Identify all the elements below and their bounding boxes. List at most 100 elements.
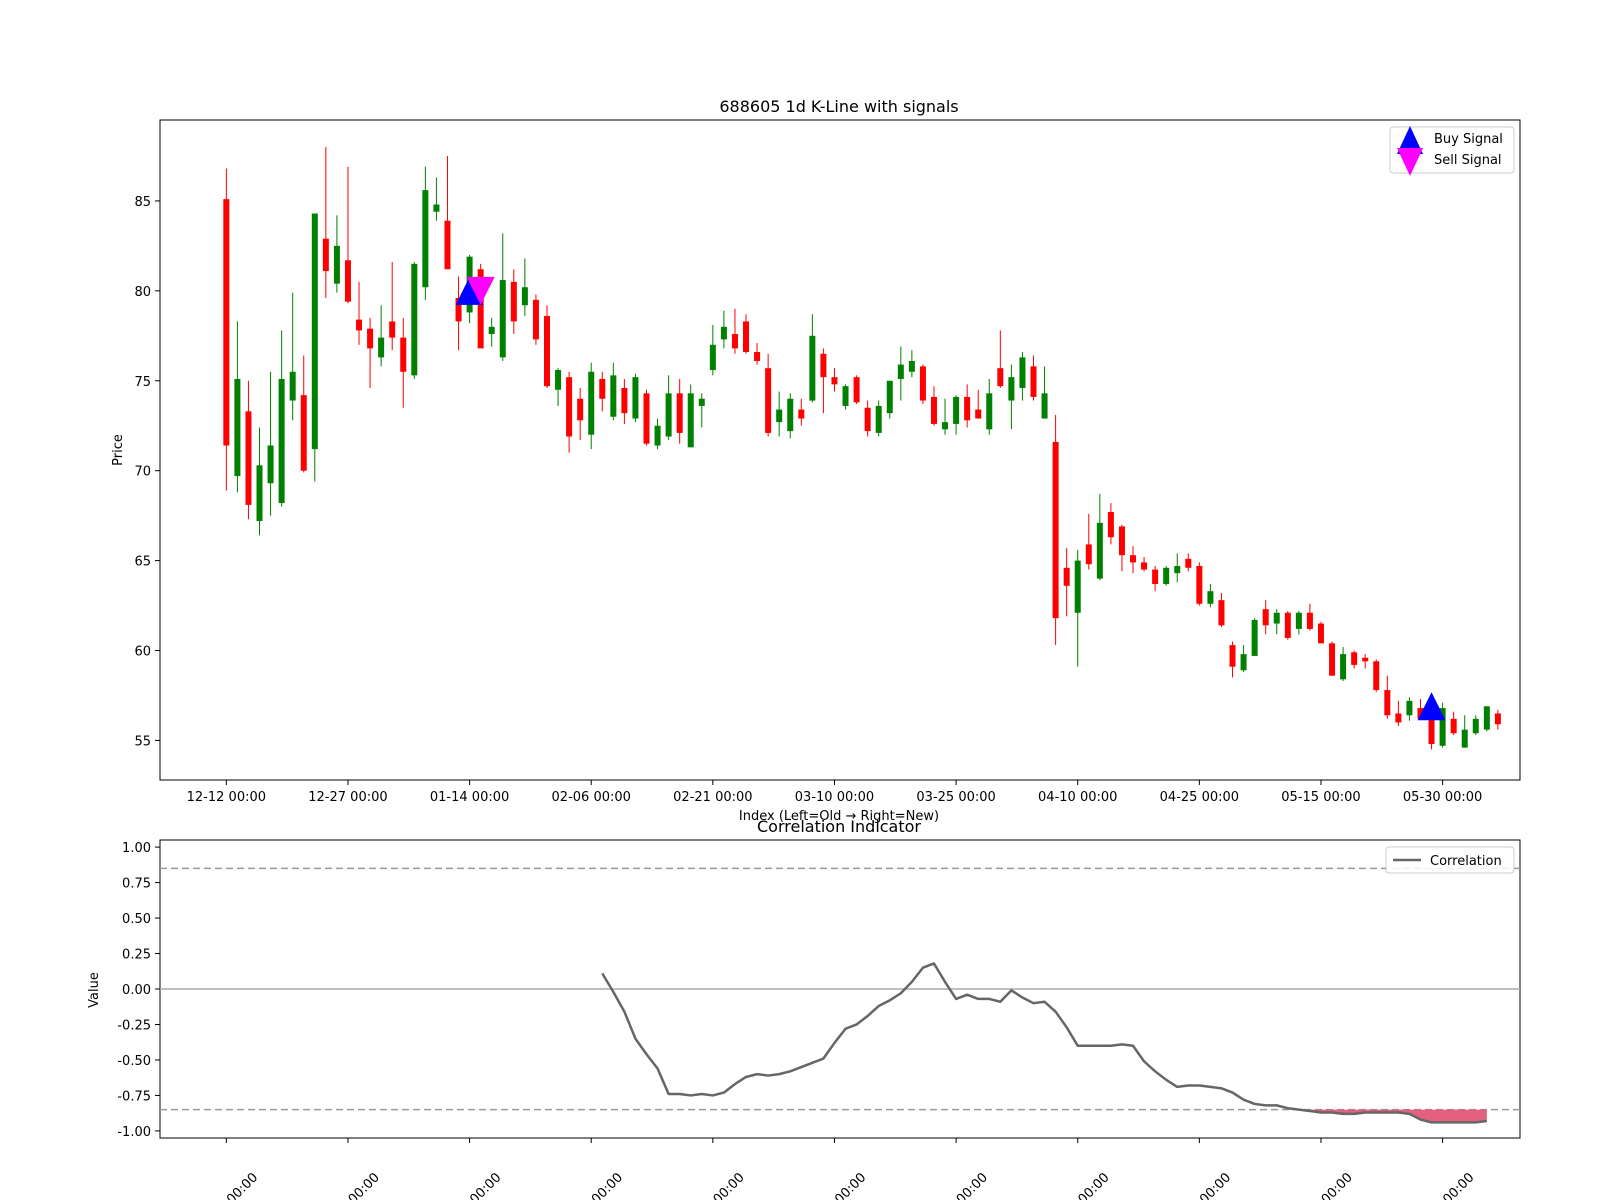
correlation-panel: Correlation Indicator 1.00 0.75 0.50 0.25 0.… xyxy=(87,817,1521,1200)
candle-body xyxy=(1373,661,1380,691)
candle xyxy=(223,168,230,491)
candle xyxy=(1096,494,1103,581)
candle xyxy=(555,368,562,406)
candle-body xyxy=(1251,619,1258,656)
candle-body xyxy=(698,398,705,406)
candle xyxy=(1351,650,1358,669)
candle xyxy=(1152,565,1159,592)
kline-y-tick-label: 65 xyxy=(134,555,151,570)
candle-body xyxy=(1174,565,1181,574)
correlation-y-tick-label: 0.00 xyxy=(122,983,151,998)
candle-body xyxy=(599,378,606,399)
candle-body xyxy=(1096,522,1103,579)
kline-candles xyxy=(223,146,1501,750)
candle xyxy=(1395,700,1402,727)
candle xyxy=(1118,524,1125,572)
candle-body xyxy=(289,371,296,401)
correlation-y-tick-label: 1.00 xyxy=(122,841,151,856)
candle xyxy=(1063,548,1070,617)
candle-body xyxy=(1030,366,1037,397)
candle-body xyxy=(322,238,329,272)
candle xyxy=(1439,702,1446,748)
correlation-y-tick-label: -1.00 xyxy=(117,1125,151,1140)
candle xyxy=(400,317,407,408)
candle xyxy=(1251,618,1258,656)
kline-y-tick-label: 85 xyxy=(134,195,151,210)
candle-body xyxy=(1118,526,1125,556)
correlation-x-tick-label: 05-15 00:00 xyxy=(1289,1170,1356,1200)
candle-body xyxy=(986,393,993,430)
candle xyxy=(1450,711,1457,736)
candle xyxy=(1218,592,1225,628)
candle-body xyxy=(1141,562,1148,570)
candle xyxy=(566,371,573,453)
candle-body xyxy=(842,386,849,406)
correlation-y-tick-label: 0.75 xyxy=(122,877,151,892)
candle-body xyxy=(908,360,915,372)
kline-y-tick-label: 60 xyxy=(134,645,151,660)
correlation-x-tick-label: 04-25 00:00 xyxy=(1167,1170,1234,1200)
candle xyxy=(820,348,827,414)
candle-body xyxy=(665,393,672,437)
candle xyxy=(356,281,363,345)
candle xyxy=(333,215,340,293)
candle xyxy=(311,213,318,482)
candle xyxy=(1373,659,1380,692)
candle xyxy=(1041,366,1048,419)
correlation-x-axis: 12-12 00:00 12-27 00:00 01-14 00:00 02-06 0… xyxy=(194,1138,1477,1200)
candle-body xyxy=(1262,609,1269,626)
candle-body xyxy=(1008,377,1015,401)
candle-body xyxy=(356,319,363,331)
candle-body xyxy=(621,387,628,414)
candle xyxy=(1472,715,1479,736)
candle-body xyxy=(864,407,871,432)
correlation-line xyxy=(601,962,1487,1124)
candle-body xyxy=(787,398,794,432)
candle xyxy=(875,400,882,437)
candle xyxy=(378,305,385,367)
candle xyxy=(676,378,683,444)
candle xyxy=(765,353,772,437)
candle xyxy=(997,330,1004,388)
candle xyxy=(1207,583,1214,608)
candle xyxy=(455,276,462,351)
candle xyxy=(632,373,639,423)
correlation-x-tick-label: 02-06 00:00 xyxy=(559,1170,626,1200)
candle xyxy=(1461,715,1468,748)
candle-body xyxy=(378,337,385,358)
candle xyxy=(698,393,705,428)
candle xyxy=(919,364,926,405)
candle xyxy=(322,146,329,299)
candle xyxy=(1284,610,1291,640)
candle xyxy=(1085,513,1092,570)
candle-body xyxy=(809,335,816,401)
candle xyxy=(245,380,252,520)
candle-body xyxy=(488,326,495,335)
kline-x-tick-label: 03-10 00:00 xyxy=(795,790,874,805)
candle-body xyxy=(942,422,949,430)
candle-body xyxy=(610,375,617,417)
candle xyxy=(720,310,727,349)
candle-body xyxy=(853,377,860,403)
candle-body xyxy=(1351,652,1358,665)
candle-body xyxy=(1041,393,1048,419)
candle-body xyxy=(1107,512,1114,538)
candle-body xyxy=(433,204,440,212)
candle-body xyxy=(1240,654,1247,671)
sell-signal-legend-label: Sell Signal xyxy=(1434,153,1502,168)
candle-body xyxy=(1295,612,1302,629)
candle xyxy=(1229,641,1236,678)
candle-body xyxy=(367,328,374,349)
candle xyxy=(367,317,374,388)
candle xyxy=(599,371,606,412)
candle xyxy=(743,314,750,354)
candle-body xyxy=(886,380,893,414)
candle-body xyxy=(543,316,550,387)
candle xyxy=(1107,503,1114,545)
candle xyxy=(344,166,351,304)
correlation-y-tick-label: -0.25 xyxy=(117,1018,151,1033)
candle-body xyxy=(1362,657,1369,662)
candle xyxy=(1340,646,1347,682)
kline-x-tick-label: 02-21 00:00 xyxy=(673,790,752,805)
candle xyxy=(1185,553,1192,572)
